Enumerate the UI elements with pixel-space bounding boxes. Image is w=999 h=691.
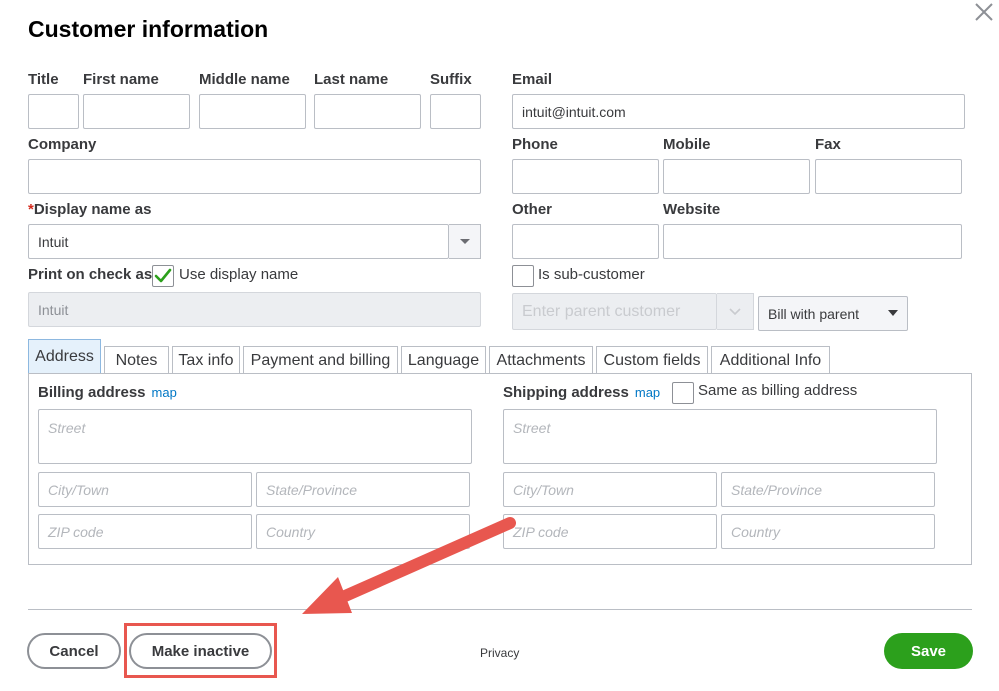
other-label: Other [512,201,553,218]
billing-city-input[interactable]: City/Town [38,472,252,507]
billing-state-placeholder: State/Province [266,481,358,498]
billing-zip-placeholder: ZIP code [48,523,104,540]
privacy-link[interactable]: Privacy [480,646,519,660]
display-name-select[interactable]: Intuit [28,224,449,259]
print-on-check-label: Print on check as [28,266,153,283]
sub-customer-checkbox[interactable] [512,265,534,287]
parent-customer-input[interactable]: Enter parent customer [512,293,717,330]
fax-input[interactable] [815,159,962,194]
print-on-check-value: Intuit [38,301,69,318]
bill-with-parent-value: Bill with parent [768,305,860,322]
fax-label: Fax [815,136,841,153]
tab-label: Tax info [178,351,234,369]
tab-label: Payment and billing [250,351,391,369]
billing-country-input[interactable]: Country [256,514,470,549]
shipping-city-placeholder: City/Town [513,481,574,498]
billing-zip-input[interactable]: ZIP code [38,514,252,549]
make-inactive-button[interactable]: Make inactive [129,633,272,669]
save-button[interactable]: Save [884,633,973,669]
email-label: Email [512,71,553,88]
phone-input[interactable] [512,159,659,194]
suffix-input[interactable] [430,94,481,129]
shipping-state-placeholder: State/Province [731,481,823,498]
title-input[interactable] [28,94,79,129]
tab-attachments[interactable]: Attachments [489,346,593,374]
footer-divider [28,609,972,610]
display-name-label: Display name as [33,201,152,218]
billing-map-link[interactable]: map [152,385,177,400]
chevron-down-icon [459,238,470,244]
billing-street-placeholder: Street [48,420,86,436]
tab-tax-info[interactable]: Tax info [172,346,240,374]
shipping-zip-placeholder: ZIP code [513,523,569,540]
company-label: Company [28,136,97,153]
parent-customer-placeholder: Enter parent customer [522,302,681,320]
billing-state-input[interactable]: State/Province [256,472,470,507]
email-input[interactable]: intuit@intuit.com [512,94,965,129]
email-value: intuit@intuit.com [522,103,626,120]
website-label: Website [663,201,721,218]
first-name-label: First name [83,71,159,88]
shipping-state-input[interactable]: State/Province [721,472,935,507]
shipping-street-placeholder: Street [513,420,551,436]
phone-label: Phone [512,136,558,153]
caret-down-icon [888,310,898,316]
tab-label: Attachments [496,351,586,369]
shipping-street-input[interactable]: Street [503,409,937,464]
shipping-country-placeholder: Country [731,523,781,540]
shipping-map-link[interactable]: map [635,385,660,400]
company-input[interactable] [28,159,481,194]
use-display-name-checkbox[interactable] [152,265,174,287]
tab-custom-fields[interactable]: Custom fields [596,346,708,374]
display-name-label-group: *Display name as [28,201,151,218]
shipping-city-input[interactable]: City/Town [503,472,717,507]
tab-label: Additional Info [719,351,822,369]
close-icon[interactable] [970,0,998,28]
shipping-zip-input[interactable]: ZIP code [503,514,717,549]
tab-additional-info[interactable]: Additional Info [711,346,830,374]
cancel-button[interactable]: Cancel [27,633,121,669]
first-name-input[interactable] [83,94,190,129]
tab-label: Notes [115,351,158,369]
checkmark-icon [154,268,172,283]
mobile-input[interactable] [663,159,810,194]
chevron-down-icon [729,307,741,315]
same-as-billing-checkbox[interactable] [672,382,694,404]
billing-address-heading: Billing address map [38,384,177,401]
tab-address[interactable]: Address [28,339,101,374]
billing-address-label: Billing address [38,384,146,401]
tab-notes[interactable]: Notes [104,346,169,374]
tab-payment-and-billing[interactable]: Payment and billing [243,346,398,374]
use-display-name-label: Use display name [179,266,299,283]
parent-customer-dropdown[interactable] [717,293,754,330]
bill-with-parent-select[interactable]: Bill with parent [758,296,908,331]
title-label: Title [28,71,59,88]
other-input[interactable] [512,224,659,259]
website-input[interactable] [663,224,962,259]
last-name-input[interactable] [314,94,421,129]
tab-label: Language [407,351,480,369]
billing-street-input[interactable]: Street [38,409,472,464]
shipping-country-input[interactable]: Country [721,514,935,549]
billing-city-placeholder: City/Town [48,481,109,498]
tab-language[interactable]: Language [401,346,486,374]
middle-name-input[interactable] [199,94,306,129]
shipping-address-heading: Shipping address map [503,384,660,401]
billing-country-placeholder: Country [266,523,316,540]
display-name-dropdown-button[interactable] [449,224,481,259]
print-on-check-input[interactable]: Intuit [28,292,481,327]
dialog-title: Customer information [28,16,269,42]
tab-label: Address [35,348,94,365]
display-name-value: Intuit [38,233,69,250]
same-as-billing-label: Same as billing address [698,382,858,399]
sub-customer-label: Is sub-customer [538,266,645,283]
tab-label: Custom fields [603,351,701,369]
middle-name-label: Middle name [199,71,290,88]
suffix-label: Suffix [430,71,472,88]
last-name-label: Last name [314,71,389,88]
mobile-label: Mobile [663,136,711,153]
shipping-address-label: Shipping address [503,384,629,401]
